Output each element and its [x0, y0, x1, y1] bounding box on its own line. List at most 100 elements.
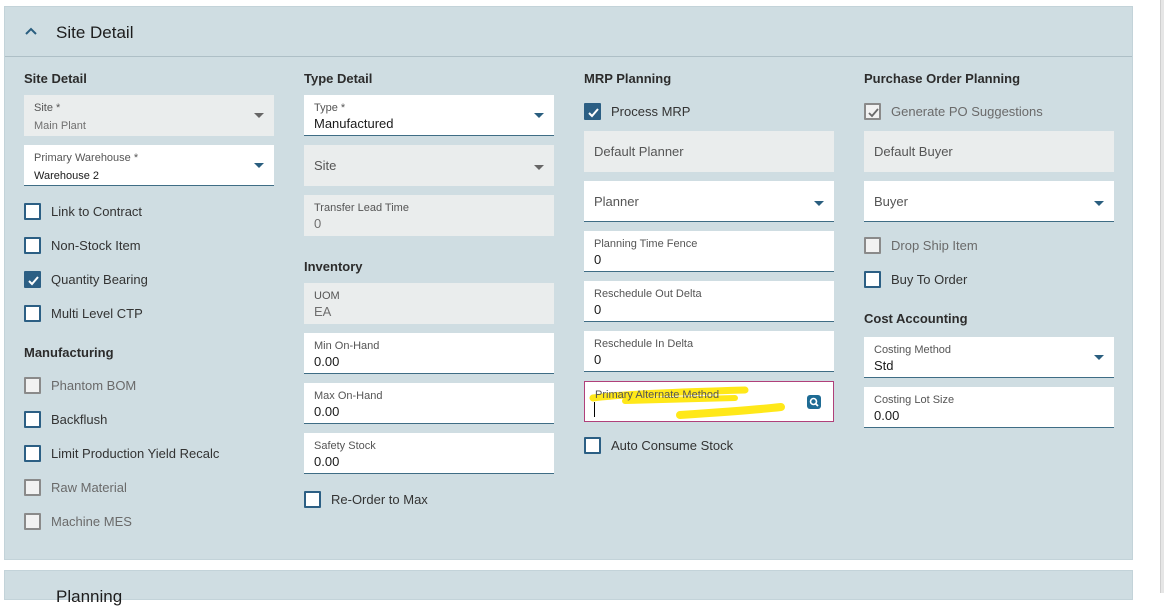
checkbox-icon[interactable] — [864, 237, 881, 254]
reschedule-in-delta-value: 0 — [594, 352, 602, 367]
planning-time-fence-field[interactable]: Planning Time Fence 0 — [584, 231, 834, 272]
dropdown-caret-icon — [814, 201, 824, 206]
max-on-hand-label: Max On-Hand — [314, 390, 383, 402]
transfer-lead-time-field[interactable]: Transfer Lead Time 0 — [304, 195, 554, 236]
checkbox-checked-icon[interactable] — [584, 103, 601, 120]
reschedule-out-delta-field[interactable]: Reschedule Out Delta 0 — [584, 281, 834, 322]
section-title-manufacturing: Manufacturing — [24, 345, 114, 360]
scrollbar[interactable] — [1160, 0, 1164, 593]
default-buyer-placeholder: Default Buyer — [874, 144, 953, 159]
default-buyer-field[interactable]: Default Buyer — [864, 131, 1114, 172]
uom-field[interactable]: UOM EA — [304, 283, 554, 324]
safety-stock-label: Safety Stock — [314, 440, 376, 452]
type-field[interactable]: Type * Manufactured — [304, 95, 554, 136]
checkbox-label: Machine MES — [51, 514, 132, 529]
checkbox-label: Raw Material — [51, 480, 127, 495]
checkbox-icon[interactable] — [24, 377, 41, 394]
site-label: Site * — [34, 102, 61, 114]
dropdown-caret-icon — [1094, 201, 1104, 206]
checkbox-label: Phantom BOM — [51, 378, 137, 393]
checkbox-label: Limit Production Yield Recalc — [51, 446, 220, 461]
primary-alternate-method-label: Primary Alternate Method — [595, 389, 720, 401]
dropdown-caret-icon — [254, 163, 264, 168]
checkbox-icon[interactable] — [24, 479, 41, 496]
reschedule-in-delta-field[interactable]: Reschedule In Delta 0 — [584, 331, 834, 372]
max-on-hand-field[interactable]: Max On-Hand 0.00 — [304, 383, 554, 424]
panel-header[interactable]: Site Detail — [5, 7, 1132, 57]
checkbox-checked-icon[interactable] — [24, 271, 41, 288]
checkbox-label: Non-Stock Item — [51, 238, 141, 253]
section-title-cost-accounting: Cost Accounting — [864, 311, 968, 326]
max-on-hand-value: 0.00 — [314, 404, 340, 419]
checkbox-icon[interactable] — [24, 203, 41, 220]
checkbox-label: Process MRP — [611, 104, 691, 119]
default-planner-field[interactable]: Default Planner — [584, 131, 834, 172]
text-cursor — [594, 402, 595, 417]
min-on-hand-label: Min On-Hand — [314, 340, 380, 352]
panel-title: Site Detail — [56, 23, 134, 42]
dropdown-caret-icon — [534, 113, 544, 118]
checkbox-icon[interactable] — [304, 491, 321, 508]
uom-value: EA — [314, 304, 332, 319]
checkbox-icon[interactable] — [24, 237, 41, 254]
primary-warehouse-field[interactable]: Primary Warehouse * Warehouse 2 — [24, 145, 274, 186]
dropdown-caret-icon — [254, 113, 264, 118]
panel-title: Planning — [56, 587, 123, 606]
site-field[interactable]: Site * Main Plant — [24, 95, 274, 136]
planner-placeholder: Planner — [594, 194, 639, 209]
checkbox-icon[interactable] — [24, 411, 41, 428]
checkbox-checked-icon[interactable] — [864, 103, 881, 120]
dropdown-caret-icon — [534, 165, 544, 170]
buyer-placeholder: Buyer — [874, 194, 908, 209]
reschedule-out-delta-label: Reschedule Out Delta — [594, 288, 702, 300]
dropdown-caret-icon — [1094, 355, 1104, 360]
buyer-field[interactable]: Buyer — [864, 181, 1114, 222]
checkbox-label: Multi Level CTP — [51, 306, 143, 321]
checkbox-icon[interactable] — [24, 445, 41, 462]
planning-panel[interactable]: Planning — [4, 570, 1133, 606]
planner-field[interactable]: Planner — [584, 181, 834, 222]
chevron-up-icon[interactable] — [23, 23, 39, 39]
section-title-po-planning: Purchase Order Planning — [864, 71, 1021, 86]
default-planner-placeholder: Default Planner — [594, 144, 684, 159]
costing-lot-size-value: 0.00 — [874, 408, 900, 423]
costing-method-value: Std — [874, 358, 894, 373]
checkbox-label: Quantity Bearing — [51, 272, 148, 287]
checkbox-label: Re-Order to Max — [331, 492, 428, 507]
section-title-mrp-planning: MRP Planning — [584, 71, 672, 86]
site-placeholder: Site — [314, 158, 337, 173]
section-title-type-detail: Type Detail — [304, 71, 373, 86]
primary-alternate-method-field[interactable]: Primary Alternate Method — [584, 381, 834, 422]
checkbox-icon[interactable] — [24, 513, 41, 530]
type-label: Type * — [314, 102, 346, 114]
checkbox-label: Buy To Order — [891, 272, 968, 287]
checkbox-icon[interactable] — [24, 305, 41, 322]
search-icon[interactable] — [807, 395, 821, 409]
planning-time-fence-value: 0 — [594, 252, 602, 267]
safety-stock-field[interactable]: Safety Stock 0.00 — [304, 433, 554, 474]
checkbox-icon[interactable] — [584, 437, 601, 454]
reschedule-out-delta-value: 0 — [594, 302, 602, 317]
min-on-hand-value: 0.00 — [314, 354, 340, 369]
checkbox-label: Backflush — [51, 412, 108, 427]
costing-lot-size-field[interactable]: Costing Lot Size 0.00 — [864, 387, 1114, 428]
costing-method-label: Costing Method — [874, 344, 952, 356]
transfer-lead-time-value: 0 — [314, 216, 322, 231]
checkbox-icon[interactable] — [864, 271, 881, 288]
checkbox-label: Auto Consume Stock — [611, 438, 734, 453]
site-detail-panel: Site Detail Site Detail Site * Main Plan… — [4, 6, 1133, 560]
min-on-hand-field[interactable]: Min On-Hand 0.00 — [304, 333, 554, 374]
primary-warehouse-label: Primary Warehouse * — [34, 152, 139, 164]
section-title-site-detail: Site Detail — [24, 71, 87, 86]
checkbox-label: Link to Contract — [51, 204, 143, 219]
planning-time-fence-label: Planning Time Fence — [594, 238, 698, 250]
primary-warehouse-value: Warehouse 2 — [34, 170, 100, 182]
reschedule-in-delta-label: Reschedule In Delta — [594, 338, 694, 350]
costing-lot-size-label: Costing Lot Size — [874, 394, 955, 406]
site-value: Main Plant — [34, 120, 86, 132]
costing-method-field[interactable]: Costing Method Std — [864, 337, 1114, 378]
checkbox-label: Drop Ship Item — [891, 238, 978, 253]
type-value: Manufactured — [314, 116, 394, 131]
type-site-field[interactable]: Site — [304, 145, 554, 186]
uom-label: UOM — [314, 290, 340, 302]
